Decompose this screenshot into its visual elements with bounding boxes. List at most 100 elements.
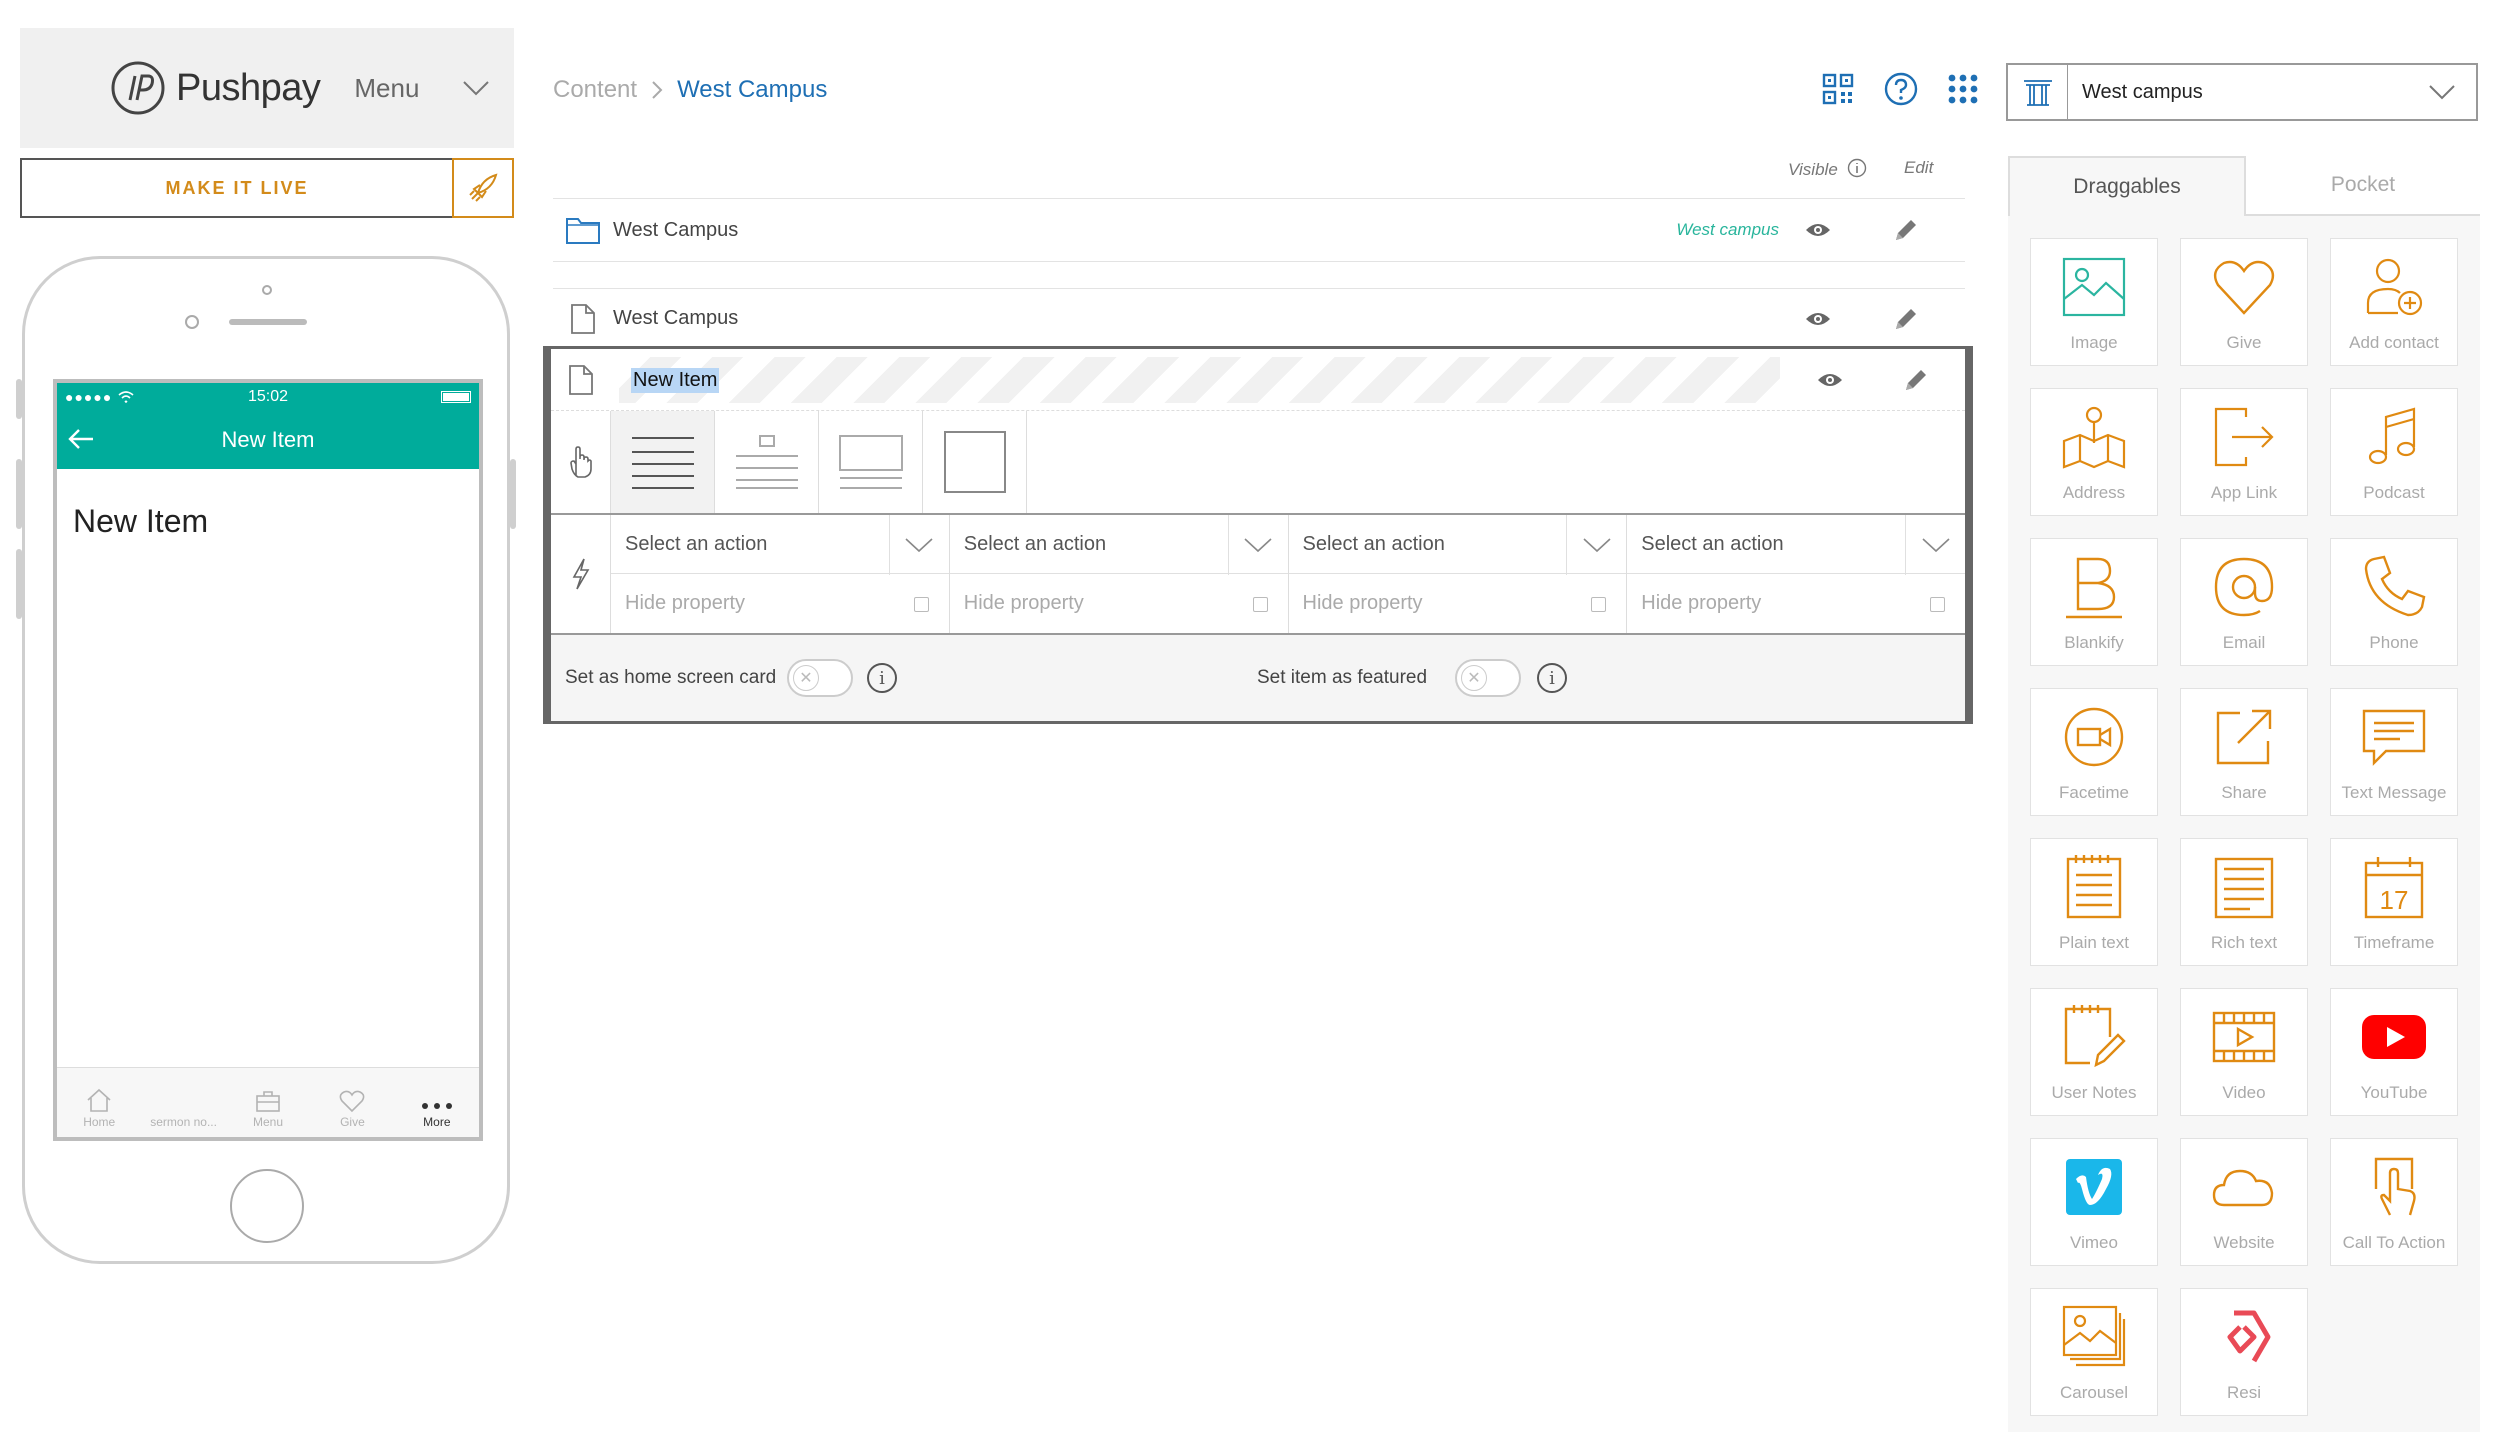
panel-tabs: Draggables Pocket [2008, 156, 2480, 216]
phone-tab-home[interactable]: Home [57, 1068, 141, 1137]
draggable-timeframe[interactable]: 17 Timeframe [2330, 838, 2458, 966]
action-select-label: Select an action [1302, 532, 1445, 555]
draggable-website[interactable]: Website [2180, 1138, 2308, 1266]
heart-icon [2213, 260, 2275, 315]
hide-property-checkbox[interactable] [1252, 597, 1268, 613]
phone-tab-sermon-notes[interactable]: sermon no... [141, 1068, 225, 1137]
draggable-youtube[interactable]: YouTube [2330, 988, 2458, 1116]
pencil-icon[interactable] [1903, 367, 1929, 393]
hide-property[interactable]: Hide property [1289, 574, 1627, 633]
draggable-give[interactable]: Give [2180, 238, 2308, 366]
phone-power-button [510, 459, 516, 529]
phone-tab-more[interactable]: More [395, 1068, 479, 1137]
rocket-icon [469, 173, 498, 202]
hide-property[interactable]: Hide property [1627, 574, 1965, 633]
action-select[interactable]: Select an action [949, 515, 1288, 575]
pencil-icon[interactable] [1893, 306, 1919, 332]
layout-option-square[interactable] [923, 411, 1027, 513]
draggable-add-contact[interactable]: Add contact [2330, 238, 2458, 366]
select-chevron [1905, 515, 1965, 575]
draggable-vimeo[interactable]: Vimeo [2030, 1138, 2158, 1266]
hide-property[interactable]: Hide property [950, 574, 1288, 633]
phone-tab-give[interactable]: Give [310, 1068, 394, 1137]
phone-mute-button [16, 379, 22, 419]
hide-property[interactable]: Hide property [611, 574, 949, 633]
layout-option-title-list[interactable] [715, 411, 819, 513]
breadcrumb-current[interactable]: West Campus [677, 76, 827, 104]
publish-button[interactable] [452, 158, 514, 218]
hide-property-label: Hide property [1302, 592, 1423, 614]
add-contact-icon [2366, 258, 2423, 316]
draggable-podcast[interactable]: Podcast [2330, 388, 2458, 516]
select-chevron [1566, 515, 1626, 575]
apps-grid-icon[interactable] [1948, 74, 1978, 104]
draggable-email[interactable]: Email [2180, 538, 2308, 666]
draggable-phone[interactable]: Phone [2330, 538, 2458, 666]
phone-tab-label: Give [340, 1115, 365, 1129]
draggable-share[interactable]: Share [2180, 688, 2308, 816]
draggable-call-to-action[interactable]: Call To Action [2330, 1138, 2458, 1266]
info-icon[interactable] [1847, 158, 1867, 178]
draggable-app-link[interactable]: App Link [2180, 388, 2308, 516]
tab-draggables[interactable]: Draggables [2008, 156, 2246, 216]
eye-icon[interactable] [1805, 221, 1831, 239]
draggable-image[interactable]: Image [2030, 238, 2158, 366]
action-select[interactable]: Select an action [611, 515, 949, 575]
hide-property-checkbox[interactable] [1591, 597, 1607, 613]
content-row-folder[interactable]: West Campus West campus [553, 198, 1965, 262]
help-icon[interactable] [1884, 72, 1918, 106]
briefcase-icon [256, 1091, 280, 1112]
eye-icon[interactable] [1817, 371, 1843, 389]
breadcrumb-content[interactable]: Content [553, 76, 637, 104]
tile-label: Share [2221, 783, 2267, 802]
hide-property-checkbox[interactable] [1930, 597, 1945, 613]
chevron-down-icon[interactable] [462, 80, 490, 96]
phone-tab-menu[interactable]: Menu [226, 1068, 310, 1137]
chevron-down-icon [1244, 538, 1272, 553]
draggable-blankify[interactable]: Blankify [2030, 538, 2158, 666]
draggable-plain-text[interactable]: Plain text [2030, 838, 2158, 966]
make-it-live-button[interactable]: MAKE IT LIVE [22, 160, 452, 216]
at-sign-icon [2214, 557, 2274, 617]
action-select[interactable]: Select an action [1288, 515, 1627, 575]
draggable-carousel[interactable]: Carousel [2030, 1288, 2158, 1416]
select-chevron [1227, 515, 1288, 575]
eye-icon[interactable] [1805, 310, 1831, 328]
content-row-page[interactable]: West Campus [553, 288, 1965, 348]
tile-label: Timeframe [2353, 933, 2435, 952]
draggable-resi[interactable]: Resi [2180, 1288, 2308, 1416]
info-icon[interactable]: i [867, 663, 897, 693]
item-editor: New Item Select an action Hide property … [543, 346, 1973, 724]
qr-code-icon[interactable] [1822, 73, 1854, 105]
item-title-input[interactable]: New Item [619, 357, 1780, 403]
layout-option-text-lines[interactable] [611, 411, 715, 513]
draggable-facetime[interactable]: Facetime [2030, 688, 2158, 816]
tile-label: Facetime [2059, 783, 2129, 802]
info-icon[interactable]: i [1537, 663, 1567, 693]
tile-label: Address [2062, 483, 2126, 502]
draggable-address[interactable]: Address [2030, 388, 2158, 516]
draggable-user-notes[interactable]: User Notes [2030, 988, 2158, 1116]
layout-option-card[interactable] [819, 411, 923, 513]
campus-select[interactable]: West campus [2006, 63, 2478, 121]
tile-label: Add contact [2349, 333, 2439, 352]
tile-label: Video [2222, 1083, 2266, 1102]
hide-property-checkbox[interactable] [913, 597, 929, 613]
draggable-text-message[interactable]: Text Message [2330, 688, 2458, 816]
tab-pocket[interactable]: Pocket [2246, 156, 2480, 216]
back-arrow-icon[interactable] [67, 427, 95, 451]
draggable-rich-text[interactable]: Rich text [2180, 838, 2308, 966]
featured-toggle[interactable]: ✕ [1455, 659, 1521, 697]
menu-label[interactable]: Menu [354, 73, 419, 104]
pencil-icon[interactable] [1893, 217, 1919, 243]
app-link-icon [2214, 407, 2274, 467]
tile-label: App Link [2210, 483, 2278, 502]
draggable-video[interactable]: Video [2180, 988, 2308, 1116]
hand-pointer-icon [569, 446, 592, 478]
tile-label: Carousel [2059, 1383, 2129, 1402]
notepad-icon [2066, 855, 2122, 919]
phone-tab-bar: Home sermon no... Menu Give More [57, 1067, 479, 1137]
action-select[interactable]: Select an action [1627, 515, 1965, 575]
home-card-toggle[interactable]: ✕ [787, 659, 853, 697]
layout-options-row [551, 411, 1965, 515]
